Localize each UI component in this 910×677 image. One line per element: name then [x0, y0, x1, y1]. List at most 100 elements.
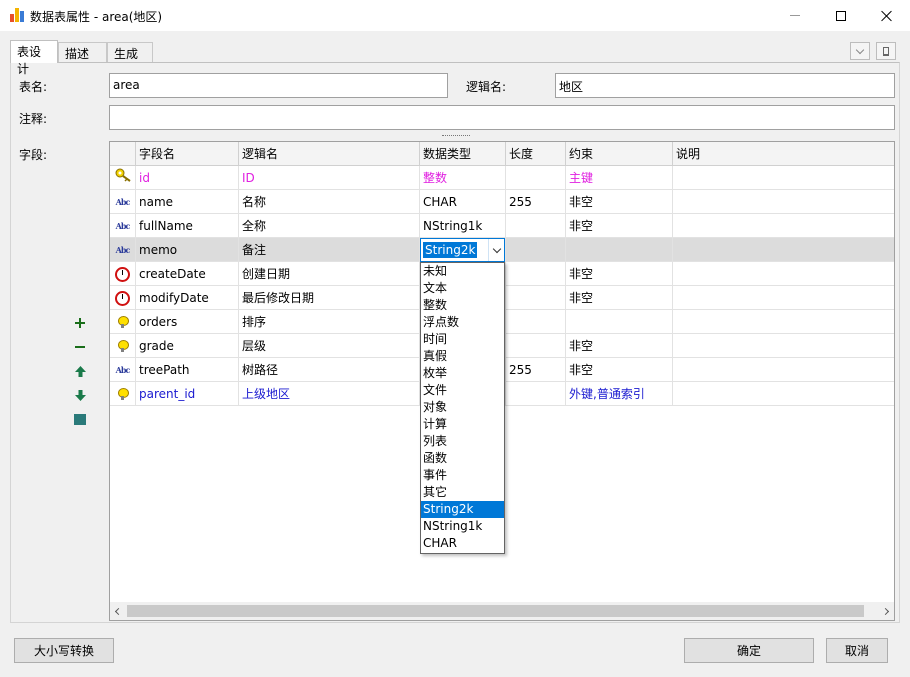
- logic-name-cell[interactable]: 创建日期: [239, 262, 420, 286]
- dropdown-option[interactable]: 浮点数: [421, 314, 504, 331]
- length-cell[interactable]: [506, 262, 566, 286]
- field-name-cell[interactable]: grade: [136, 334, 239, 358]
- column-header-field-name[interactable]: 字段名: [136, 142, 239, 166]
- field-name-cell[interactable]: treePath: [136, 358, 239, 382]
- column-header-data-type[interactable]: 数据类型: [420, 142, 506, 166]
- field-name-cell[interactable]: modifyDate: [136, 286, 239, 310]
- constraint-cell[interactable]: 主键: [566, 166, 673, 190]
- length-cell[interactable]: [506, 334, 566, 358]
- dropdown-option[interactable]: 整数: [421, 297, 504, 314]
- field-name-cell[interactable]: id: [136, 166, 239, 190]
- constraint-cell[interactable]: 非空: [566, 190, 673, 214]
- length-cell[interactable]: [506, 382, 566, 406]
- table-row[interactable]: Abc fullName 全称 NString1k 非空: [110, 214, 894, 238]
- logic-name-cell[interactable]: 层级: [239, 334, 420, 358]
- ok-button[interactable]: 确定: [684, 638, 814, 663]
- logic-name-cell[interactable]: 名称: [239, 190, 420, 214]
- column-header-description[interactable]: 说明: [673, 142, 894, 166]
- dropdown-option[interactable]: 列表: [421, 433, 504, 450]
- minimize-button[interactable]: [772, 0, 818, 31]
- dropdown-option[interactable]: CHAR: [421, 535, 504, 552]
- length-cell[interactable]: [506, 286, 566, 310]
- logic-name-cell[interactable]: 全称: [239, 214, 420, 238]
- length-cell[interactable]: [506, 214, 566, 238]
- constraint-cell[interactable]: 非空: [566, 334, 673, 358]
- logic-name-cell[interactable]: 上级地区: [239, 382, 420, 406]
- dropdown-option[interactable]: 枚举: [421, 365, 504, 382]
- scroll-left-button[interactable]: [110, 602, 127, 620]
- dropdown-option[interactable]: 函数: [421, 450, 504, 467]
- description-cell[interactable]: [673, 214, 894, 238]
- description-cell[interactable]: [673, 286, 894, 310]
- tab-menu-button[interactable]: [850, 42, 870, 60]
- scrollbar-thumb[interactable]: [127, 605, 864, 617]
- field-name-cell[interactable]: memo: [136, 238, 239, 262]
- data-type-dropdown-button[interactable]: [488, 239, 504, 261]
- constraint-cell[interactable]: 非空: [566, 358, 673, 382]
- dropdown-option[interactable]: 真假: [421, 348, 504, 365]
- dropdown-option[interactable]: 时间: [421, 331, 504, 348]
- description-cell[interactable]: [673, 382, 894, 406]
- constraint-cell[interactable]: 非空: [566, 286, 673, 310]
- tab-generate[interactable]: 生成: [107, 42, 153, 62]
- tab-description[interactable]: 描述: [58, 42, 107, 62]
- field-name-cell[interactable]: fullName: [136, 214, 239, 238]
- maximize-button[interactable]: [818, 0, 864, 31]
- length-cell[interactable]: [506, 166, 566, 190]
- field-name-cell[interactable]: createDate: [136, 262, 239, 286]
- pin-button[interactable]: [876, 42, 896, 60]
- length-cell[interactable]: [506, 310, 566, 334]
- dropdown-option[interactable]: 其它: [421, 484, 504, 501]
- dropdown-option[interactable]: 未知: [421, 263, 504, 280]
- description-cell[interactable]: [673, 166, 894, 190]
- dropdown-option[interactable]: 计算: [421, 416, 504, 433]
- length-cell[interactable]: 255: [506, 358, 566, 382]
- splitter-handle[interactable]: [442, 135, 470, 137]
- constraint-cell[interactable]: [566, 238, 673, 262]
- description-cell[interactable]: [673, 310, 894, 334]
- table-row[interactable]: Abc name 名称 CHAR 255 非空: [110, 190, 894, 214]
- dropdown-option[interactable]: 文件: [421, 382, 504, 399]
- length-cell[interactable]: 255: [506, 190, 566, 214]
- logic-name-cell[interactable]: ID: [239, 166, 420, 190]
- scroll-right-button[interactable]: [877, 602, 894, 620]
- case-convert-button[interactable]: 大小写转换: [14, 638, 114, 663]
- tab-table-design[interactable]: 表设计: [10, 40, 58, 76]
- constraint-cell[interactable]: [566, 310, 673, 334]
- dropdown-option[interactable]: 对象: [421, 399, 504, 416]
- column-header-logic-name[interactable]: 逻辑名: [239, 142, 420, 166]
- logic-name-cell[interactable]: 树路径: [239, 358, 420, 382]
- dropdown-option[interactable]: NString1k: [421, 518, 504, 535]
- table-row[interactable]: id ID 整数 主键: [110, 166, 894, 190]
- close-button[interactable]: [864, 0, 910, 31]
- dropdown-option[interactable]: String2k: [421, 501, 504, 518]
- logic-name-cell[interactable]: 最后修改日期: [239, 286, 420, 310]
- constraint-cell[interactable]: 非空: [566, 214, 673, 238]
- data-type-combobox[interactable]: String2k: [420, 238, 505, 262]
- remove-field-button[interactable]: [74, 341, 86, 353]
- column-header-length[interactable]: 长度: [506, 142, 566, 166]
- cancel-button[interactable]: 取消: [826, 638, 888, 663]
- description-cell[interactable]: [673, 262, 894, 286]
- data-type-combobox-value[interactable]: String2k: [423, 242, 478, 258]
- dropdown-option[interactable]: 事件: [421, 467, 504, 484]
- constraint-cell[interactable]: 外键,普通索引: [566, 382, 673, 406]
- move-up-button[interactable]: [74, 365, 86, 377]
- move-down-button[interactable]: [74, 389, 86, 401]
- field-name-cell[interactable]: name: [136, 190, 239, 214]
- length-cell[interactable]: [506, 238, 566, 262]
- logic-name-cell[interactable]: 备注: [239, 238, 420, 262]
- data-type-cell[interactable]: 整数: [420, 166, 506, 190]
- constraint-cell[interactable]: 非空: [566, 262, 673, 286]
- comment-input[interactable]: [109, 105, 895, 130]
- table-name-input[interactable]: area: [109, 73, 448, 98]
- description-cell[interactable]: [673, 334, 894, 358]
- field-name-cell[interactable]: orders: [136, 310, 239, 334]
- add-field-button[interactable]: [74, 317, 86, 329]
- data-type-cell[interactable]: NString1k: [420, 214, 506, 238]
- description-cell[interactable]: [673, 238, 894, 262]
- description-cell[interactable]: [673, 190, 894, 214]
- description-cell[interactable]: [673, 358, 894, 382]
- logic-name-cell[interactable]: 排序: [239, 310, 420, 334]
- column-header-constraint[interactable]: 约束: [566, 142, 673, 166]
